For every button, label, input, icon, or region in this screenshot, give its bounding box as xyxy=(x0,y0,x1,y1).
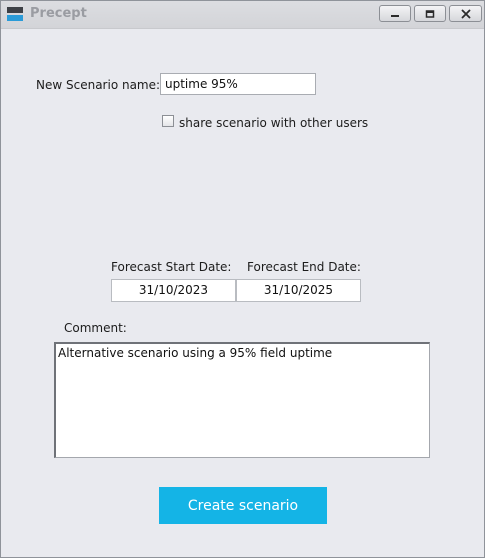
create-scenario-button[interactable]: Create scenario xyxy=(159,487,327,524)
close-button[interactable] xyxy=(449,5,482,22)
close-icon xyxy=(461,9,470,18)
scenario-name-input[interactable] xyxy=(160,73,316,95)
forecast-end-label: Forecast End Date: xyxy=(247,260,361,274)
title-bar[interactable]: Precept xyxy=(1,1,484,29)
maximize-button[interactable] xyxy=(414,5,446,22)
window-title: Precept xyxy=(30,6,87,21)
minimize-button[interactable] xyxy=(379,5,411,22)
app-window: Precept New Scenario name: share scenari… xyxy=(0,0,485,558)
share-scenario-checkbox[interactable] xyxy=(162,115,174,127)
forecast-start-label: Forecast Start Date: xyxy=(111,260,232,274)
forecast-end-date-field[interactable]: 31/10/2025 xyxy=(236,279,361,302)
app-logo-icon xyxy=(7,7,23,21)
minimize-icon xyxy=(391,14,399,17)
comment-textarea[interactable]: Alternative scenario using a 95% field u… xyxy=(54,342,430,458)
forecast-start-date-field[interactable]: 31/10/2023 xyxy=(111,279,236,302)
share-scenario-label[interactable]: share scenario with other users xyxy=(179,116,368,130)
maximize-icon xyxy=(425,9,435,18)
scenario-name-label: New Scenario name: xyxy=(36,78,161,92)
comment-label: Comment: xyxy=(64,321,127,335)
